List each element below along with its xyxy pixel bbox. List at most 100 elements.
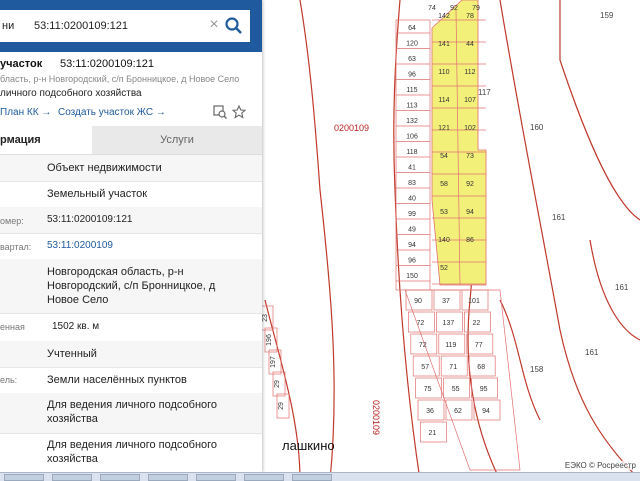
parcel-label: 196 bbox=[266, 334, 273, 346]
parcel-label: 49 bbox=[408, 227, 416, 234]
parcel-label: 23 bbox=[262, 314, 269, 322]
area-value: 1502 кв. м bbox=[52, 321, 100, 332]
parcel-label: 78 bbox=[466, 13, 474, 20]
parcel-label: 90 bbox=[414, 298, 422, 305]
status-value: Учтенный bbox=[47, 348, 97, 360]
parcel-label: 92 bbox=[466, 181, 474, 188]
tab-services[interactable]: Услуги bbox=[92, 126, 262, 154]
parcel-label: 118 bbox=[406, 149, 417, 156]
attr-label: енная bbox=[0, 322, 25, 332]
parcel-label: 68 bbox=[477, 364, 485, 371]
quarter-label: 0200109 bbox=[334, 123, 369, 133]
attr-row: ель: Земли населённых пунктов bbox=[0, 367, 262, 394]
object-number: 53:11:0200109:121 bbox=[60, 58, 154, 70]
tabs: рмация Услуги bbox=[0, 126, 262, 155]
parcel-label: 58 bbox=[440, 181, 448, 188]
parcel-label: 72 bbox=[417, 320, 425, 327]
parcel-label: 159 bbox=[600, 11, 614, 20]
attr-row: Учтенный bbox=[0, 341, 262, 368]
parcel-label: 94 bbox=[482, 408, 490, 415]
search-icon[interactable] bbox=[224, 16, 244, 36]
map-attribution: ЕЭКО © Росреестр bbox=[562, 461, 638, 470]
parcel-label: 161 bbox=[585, 348, 599, 357]
parcel-label: 94 bbox=[408, 242, 416, 249]
parcel-label: 102 bbox=[464, 125, 476, 132]
parcel-label: 21 bbox=[429, 430, 437, 437]
parcel-label: 142 bbox=[438, 13, 450, 20]
attr-row: Новгородская область, р-н Новгородский, … bbox=[0, 259, 262, 314]
cadastral-number: 53:11:0200109:121 bbox=[47, 214, 133, 225]
attr-value: Объект недвижимости bbox=[47, 162, 162, 174]
parcel-label: 132 bbox=[406, 118, 418, 125]
parcel-label: 22 bbox=[473, 320, 481, 327]
address-value: Новгородская область, р-н Новгородский, … bbox=[47, 266, 216, 306]
parcel-label: 36 bbox=[426, 408, 434, 415]
parcel-label: 96 bbox=[408, 258, 416, 265]
header-bar: ни 53:11:0200109:121 × bbox=[0, 0, 262, 52]
search-box: ни 53:11:0200109:121 × bbox=[0, 10, 250, 42]
parcel-label: 72 bbox=[419, 342, 427, 349]
parcel-label: 29 bbox=[278, 402, 285, 410]
parcel-label: 83 bbox=[408, 180, 416, 187]
map-search-icon[interactable] bbox=[213, 105, 227, 119]
parcel-label: 54 bbox=[440, 153, 448, 160]
quarter-link[interactable]: 53:11:0200109 bbox=[47, 239, 113, 253]
attr-row: Для ведения личного подсобного хозяйства bbox=[0, 393, 262, 434]
quarter-label-vertical: 0200109 bbox=[371, 400, 381, 435]
object-address: бласть, р-н Новгородский, с/п Бронницкое… bbox=[0, 74, 240, 84]
attr-row: енная 1502 кв. м bbox=[0, 313, 262, 342]
parcel-label: 44 bbox=[466, 41, 474, 48]
parcel-label: 113 bbox=[406, 103, 417, 110]
parcel-label: 117 bbox=[478, 88, 491, 97]
parcel-label: 37 bbox=[442, 298, 450, 305]
object-type: участок bbox=[0, 58, 43, 70]
search-label: ни bbox=[2, 20, 15, 32]
parcel-label: 121 bbox=[438, 125, 450, 132]
parcel-label: 57 bbox=[421, 364, 429, 371]
close-icon[interactable]: × bbox=[206, 16, 222, 34]
parcel-label: 63 bbox=[408, 56, 416, 63]
object-purpose: личного подсобного хозяйства bbox=[0, 88, 142, 99]
usage-value: Для ведения личного подсобного хозяйства bbox=[47, 399, 218, 425]
parcel-label: 107 bbox=[464, 97, 476, 104]
parcel-label: 79 bbox=[472, 5, 480, 12]
plan-kk-link[interactable]: План КК → bbox=[0, 107, 51, 118]
parcel-label: 140 bbox=[438, 237, 450, 244]
parcel-label: 52 bbox=[440, 265, 448, 272]
parcel-label: 99 bbox=[408, 211, 416, 218]
parcel-label: 161 bbox=[552, 213, 566, 222]
parcel-label: 120 bbox=[406, 41, 418, 48]
parcel-label: 150 bbox=[406, 273, 418, 280]
parcel-label: 41 bbox=[408, 165, 416, 172]
parcel-label: 161 bbox=[615, 283, 629, 292]
attr-label: ель: bbox=[0, 375, 18, 385]
info-panel: ни 53:11:0200109:121 × участок 53:11:020… bbox=[0, 0, 262, 472]
parcel-label: 73 bbox=[466, 153, 474, 160]
attr-value: Земельный участок bbox=[47, 188, 148, 200]
attr-label: вартал: bbox=[0, 242, 32, 252]
usage-doc-value: Для ведения личного подсобного хозяйства bbox=[47, 439, 218, 465]
parcel-label: 112 bbox=[464, 69, 475, 76]
parcel-label: 101 bbox=[468, 298, 480, 305]
parcel-label: 40 bbox=[408, 196, 416, 203]
parcel-label: 197 bbox=[270, 356, 277, 368]
parcel-label: 77 bbox=[475, 342, 483, 349]
parcel-label: 74 bbox=[428, 5, 436, 12]
create-parcel-link[interactable]: Создать участок ЖС → bbox=[58, 107, 166, 118]
attr-row: Земельный участок bbox=[0, 181, 262, 208]
category-value: Земли населённых пунктов bbox=[47, 374, 187, 386]
parcel-label: 53 bbox=[440, 209, 448, 216]
attr-row: Для ведения личного подсобного хозяйства bbox=[0, 433, 262, 472]
tab-info[interactable]: рмация bbox=[0, 126, 92, 154]
parcel-label: 95 bbox=[480, 386, 488, 393]
parcel-label: 75 bbox=[424, 386, 432, 393]
parcel-label: 71 bbox=[449, 364, 457, 371]
parcel-label: 29 bbox=[274, 380, 281, 388]
parcel-label: 96 bbox=[408, 72, 416, 79]
search-input[interactable]: 53:11:0200109:121 bbox=[34, 20, 128, 32]
parcel-label: 160 bbox=[530, 123, 544, 132]
star-icon[interactable] bbox=[232, 105, 246, 119]
parcel-label: 86 bbox=[466, 237, 474, 244]
parcel-label: 115 bbox=[406, 87, 417, 94]
parcel-label: 114 bbox=[438, 97, 449, 104]
